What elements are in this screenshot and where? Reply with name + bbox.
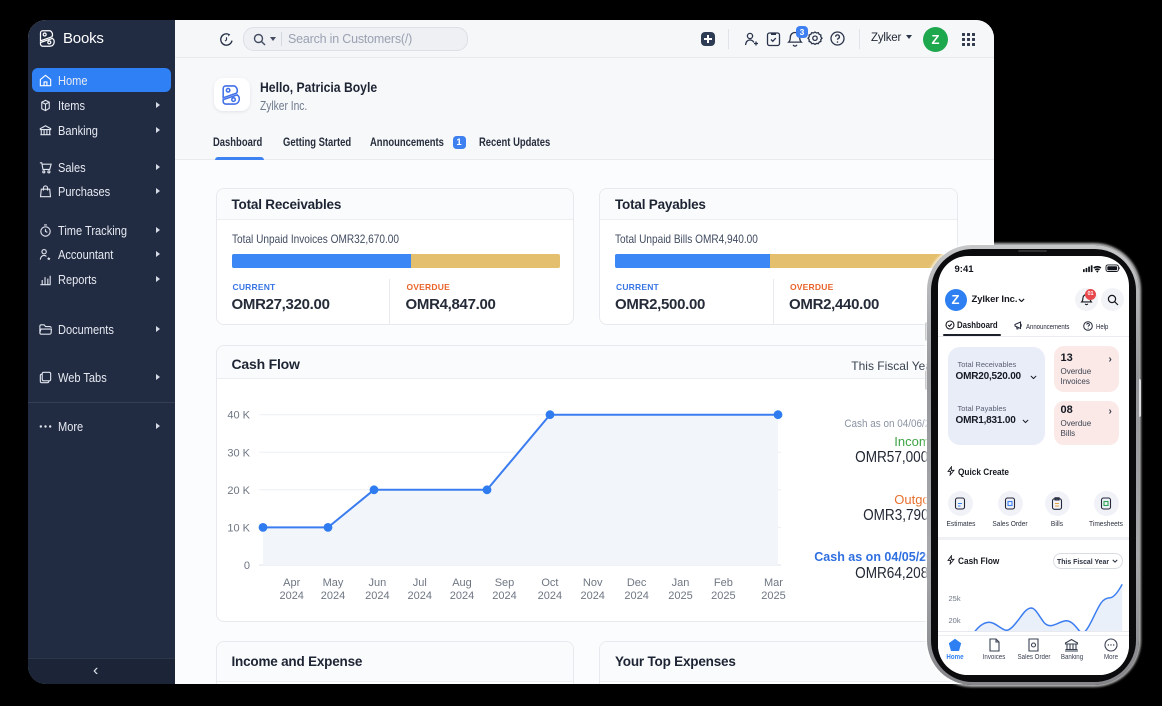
svg-text:2024: 2024 — [580, 590, 604, 602]
svg-text:2024: 2024 — [450, 590, 474, 602]
svg-text:Apr: Apr — [283, 577, 300, 589]
svg-text:Jan: Jan — [672, 577, 690, 589]
svg-text:Dec: Dec — [627, 577, 647, 589]
svg-text:20 K: 20 K — [227, 485, 250, 497]
svg-text:Sep: Sep — [495, 577, 515, 589]
svg-text:40 K: 40 K — [227, 410, 250, 422]
svg-text:Jul: Jul — [413, 577, 427, 589]
svg-text:2024: 2024 — [624, 590, 648, 602]
svg-text:2025: 2025 — [668, 590, 692, 602]
svg-text:2024: 2024 — [538, 590, 562, 602]
svg-text:2024: 2024 — [408, 590, 432, 602]
svg-text:2025: 2025 — [761, 590, 785, 602]
svg-text:Aug: Aug — [452, 577, 472, 589]
svg-text:30 K: 30 K — [227, 447, 250, 459]
svg-text:Nov: Nov — [583, 577, 603, 589]
svg-text:10 K: 10 K — [227, 522, 250, 534]
svg-text:Jun: Jun — [369, 577, 387, 589]
svg-text:0: 0 — [244, 560, 250, 572]
svg-text:2024: 2024 — [365, 590, 389, 602]
svg-text:Mar: Mar — [764, 577, 783, 589]
svg-text:2025: 2025 — [711, 590, 735, 602]
svg-text:2024: 2024 — [492, 590, 516, 602]
svg-text:May: May — [323, 577, 344, 589]
svg-text:Feb: Feb — [714, 577, 733, 589]
svg-text:2024: 2024 — [279, 590, 303, 602]
svg-text:Oct: Oct — [541, 577, 558, 589]
svg-text:2024: 2024 — [321, 590, 345, 602]
